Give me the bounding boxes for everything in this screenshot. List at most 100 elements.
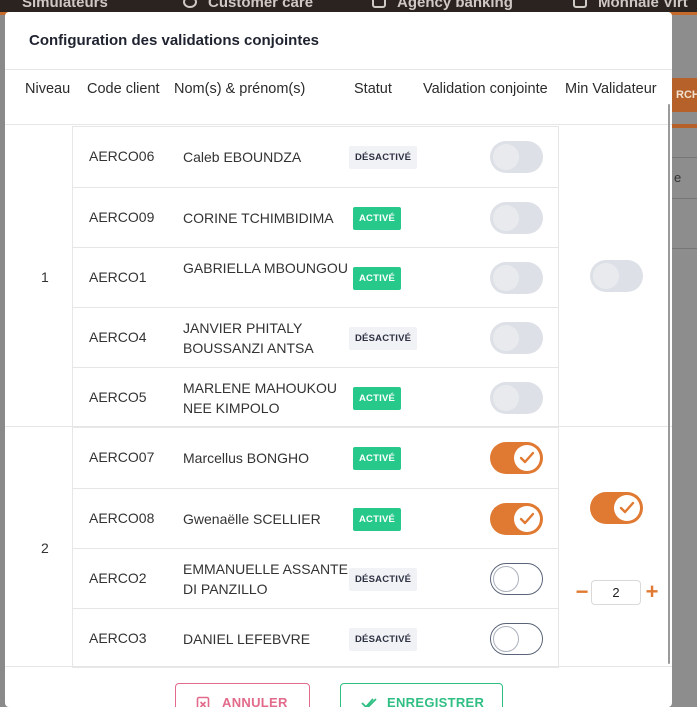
nav-agency-banking: Agency banking: [397, 0, 513, 11]
status-badge: ACTIVÉ: [353, 447, 402, 470]
column-header-status: Statut: [354, 81, 392, 97]
client-name: GABRIELLA MBOUNGOU: [183, 260, 348, 276]
column-header-level: Niveau: [25, 81, 71, 97]
toggle-knob: [493, 205, 519, 231]
client-code: AERCO4: [89, 329, 147, 345]
toggle-knob: [493, 385, 519, 411]
table-row: AERCO06 Caleb EBOUNDZA DÉSACTIVÉ: [73, 127, 558, 187]
table-row: AERCO09 CORINE TCHIMBIDIMA ACTIVÉ: [73, 187, 558, 247]
background-divider: [672, 248, 697, 249]
min-validator-toggle[interactable]: [590, 492, 643, 524]
table-row: AERCO5 MARLENE MAHOUKOU NEE KIMPOLO ACTI…: [73, 367, 558, 427]
client-name: JANVIER PHITALY BOUSSANZI ANTSA: [183, 320, 314, 356]
toggle-knob: [514, 445, 540, 471]
group-level-1: 1: [41, 269, 49, 285]
client-name: Marcellus BONGHO: [183, 450, 310, 466]
min-validator-toggle[interactable]: [590, 260, 643, 292]
user-icon: [183, 0, 197, 8]
client-code: AERCO06: [89, 148, 155, 164]
status-badge: ACTIVÉ: [353, 267, 402, 290]
table-row: AERCO4 JANVIER PHITALY BOUSSANZI ANTSA D…: [73, 307, 558, 367]
client-code: AERCO5: [89, 389, 147, 405]
nav-customer-care: Customer care: [208, 0, 314, 11]
client-name: Gwenaëlle SCELLIER: [183, 511, 321, 527]
joint-validation-toggle[interactable]: [490, 623, 543, 655]
client-code: AERCO2: [89, 570, 147, 586]
min-validator-value[interactable]: 2: [591, 580, 641, 605]
joint-validation-toggle[interactable]: [490, 382, 543, 414]
client-code: AERCO1: [89, 269, 147, 285]
client-name: Caleb EBOUNDZA: [183, 149, 302, 165]
toggle-knob: [514, 506, 540, 532]
joint-validation-toggle[interactable]: [490, 322, 543, 354]
status-badge: ACTIVÉ: [353, 508, 402, 531]
status-badge: DÉSACTIVÉ: [349, 146, 418, 169]
header-divider: [5, 69, 672, 70]
group-level-2: 2: [41, 540, 49, 556]
client-code: AERCO07: [89, 449, 155, 465]
nav-monnaie-virtuelle: Monnaie Virt: [598, 0, 688, 11]
status-badge: ACTIVÉ: [353, 207, 402, 230]
column-header-min-validator: Min Validateur: [565, 81, 657, 97]
background-divider: [672, 157, 697, 158]
nav-simulateurs: Simulateurs: [22, 0, 108, 11]
toggle-knob: [593, 263, 619, 289]
save-button[interactable]: ENREGISTRER: [340, 683, 503, 707]
cancel-button[interactable]: ANNULER: [175, 683, 310, 707]
client-name: DANIEL LEFEBVRE: [183, 631, 311, 647]
column-header-code: Code client: [87, 81, 160, 97]
joint-validation-toggle[interactable]: [490, 262, 543, 294]
group-1-min-validator-cell: [558, 126, 668, 428]
table-row: AERCO1 GABRIELLA MBOUNGOU ACTIVÉ: [73, 247, 558, 307]
toggle-knob: [493, 626, 519, 652]
double-check-icon: [361, 698, 377, 707]
joint-validation-toggle[interactable]: [490, 141, 543, 173]
joint-validation-toggle[interactable]: [490, 442, 543, 474]
check-icon: [519, 451, 535, 464]
cancel-icon: [196, 696, 210, 707]
decrement-button[interactable]: −: [573, 580, 591, 606]
table-header-divider: [5, 124, 672, 125]
status-badge: DÉSACTIVÉ: [349, 628, 418, 651]
scrollbar[interactable]: [668, 104, 670, 664]
table-row: AERCO07 Marcellus BONGHO ACTIVÉ: [73, 428, 558, 488]
status-badge: DÉSACTIVÉ: [349, 568, 418, 591]
group-2-rows: AERCO07 Marcellus BONGHO ACTIVÉ AERCO08 …: [72, 427, 559, 668]
client-code: AERCO09: [89, 209, 155, 225]
background-search-button: RCHE: [672, 78, 697, 112]
joint-validation-toggle[interactable]: [490, 202, 543, 234]
status-badge: DÉSACTIVÉ: [349, 327, 418, 350]
toggle-knob: [493, 144, 519, 170]
toggle-knob: [493, 325, 519, 351]
table-row: AERCO08 Gwenaëlle SCELLIER ACTIVÉ: [73, 488, 558, 548]
toggle-knob: [493, 265, 519, 291]
toggle-knob: [614, 495, 640, 521]
background-accent-bar: [672, 124, 697, 128]
save-button-label: ENREGISTRER: [387, 695, 485, 707]
status-badge: ACTIVÉ: [353, 387, 402, 410]
client-code: AERCO08: [89, 510, 155, 526]
background-cell: e: [674, 170, 682, 185]
min-validator-stepper: − 2 +: [573, 580, 663, 606]
cancel-button-label: ANNULER: [222, 695, 288, 707]
wallet-icon: [573, 0, 587, 8]
column-header-joint-validation: Validation conjointe: [423, 81, 548, 97]
group-1-rows: AERCO06 Caleb EBOUNDZA DÉSACTIVÉ AERCO09…: [72, 126, 559, 428]
table-row: AERCO3 DANIEL LEFEBVRE DÉSACTIVÉ: [73, 608, 558, 668]
client-code: AERCO3: [89, 630, 147, 646]
client-name: CORINE TCHIMBIDIMA: [183, 210, 334, 226]
check-icon: [619, 501, 635, 514]
list-icon: [372, 0, 386, 8]
background-page: [672, 15, 697, 707]
background-nav-bar: Simulateurs Customer care Agency banking…: [0, 0, 697, 12]
joint-validation-toggle[interactable]: [490, 563, 543, 595]
client-name: MARLENE MAHOUKOU NEE KIMPOLO: [183, 380, 338, 416]
table-row: AERCO2 EMMANUELLE ASSANTE DI PANZILLO DÉ…: [73, 548, 558, 608]
check-icon: [519, 512, 535, 525]
toggle-knob: [493, 566, 519, 592]
increment-button[interactable]: +: [643, 580, 661, 606]
modal-title: Configuration des validations conjointes: [29, 32, 320, 49]
group-2-min-validator-cell: [558, 427, 668, 667]
joint-validation-toggle[interactable]: [490, 503, 543, 535]
background-divider: [672, 198, 697, 199]
